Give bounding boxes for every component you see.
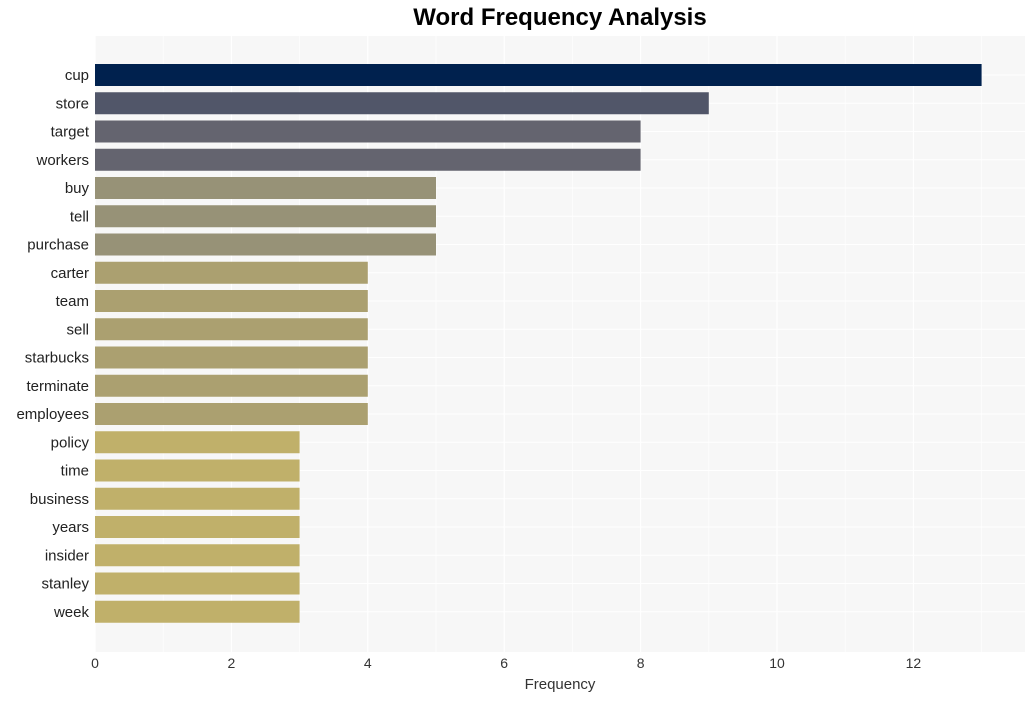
- category-label-team: team: [56, 293, 89, 310]
- category-label-years: years: [52, 519, 89, 536]
- bar-workers: [95, 148, 641, 171]
- bar-tell: [95, 205, 436, 228]
- x-tick-0: 0: [91, 655, 99, 671]
- bar-insider: [95, 544, 300, 567]
- category-label-workers: workers: [35, 152, 89, 169]
- bar-chart: cup store target workers buy tell purchase cart…: [16, 36, 1025, 693]
- bar-business: [95, 487, 300, 510]
- x-tick-labels: 0 2 4 6 8 10 12: [91, 655, 921, 671]
- bar-week: [95, 600, 300, 623]
- bar-purchase: [95, 233, 436, 256]
- bar-starbucks: [95, 346, 368, 369]
- x-tick-2: 2: [228, 655, 236, 671]
- category-label-store: store: [56, 95, 89, 112]
- x-tick-10: 10: [769, 655, 785, 671]
- category-label-business: business: [30, 491, 89, 508]
- bar-employees: [95, 403, 368, 425]
- category-label-tell: tell: [70, 208, 89, 225]
- category-label-cup: cup: [65, 67, 89, 84]
- category-label-carter: carter: [51, 265, 89, 282]
- x-tick-12: 12: [906, 655, 922, 671]
- bar-store: [95, 92, 709, 115]
- bar-sell: [95, 318, 368, 341]
- category-label-sell: sell: [66, 321, 89, 338]
- x-tick-8: 8: [637, 655, 645, 671]
- category-label-time: time: [61, 463, 89, 480]
- bar-team: [95, 290, 368, 312]
- category-labels: cup store target workers buy tell purchase cart…: [16, 67, 89, 621]
- category-label-starbucks: starbucks: [25, 350, 89, 367]
- bar-carter: [95, 261, 368, 284]
- x-tick-6: 6: [500, 655, 508, 671]
- category-label-terminate: terminate: [26, 378, 89, 395]
- category-label-insider: insider: [45, 547, 89, 564]
- bar-cup: [95, 64, 982, 86]
- category-label-policy: policy: [51, 434, 90, 451]
- x-tick-4: 4: [364, 655, 372, 671]
- x-axis-title: Frequency: [525, 676, 596, 693]
- category-label-target: target: [51, 124, 90, 141]
- bar-terminate: [95, 374, 368, 397]
- category-label-purchase: purchase: [27, 237, 89, 254]
- bar-time: [95, 459, 300, 482]
- bar-buy: [95, 177, 436, 199]
- bar-years: [95, 516, 300, 538]
- category-label-stanley: stanley: [41, 576, 89, 593]
- bar-policy: [95, 431, 300, 454]
- bar-target: [95, 120, 641, 143]
- category-label-week: week: [53, 604, 90, 621]
- bar-stanley: [95, 572, 300, 595]
- category-label-employees: employees: [16, 406, 89, 423]
- category-label-buy: buy: [65, 180, 90, 197]
